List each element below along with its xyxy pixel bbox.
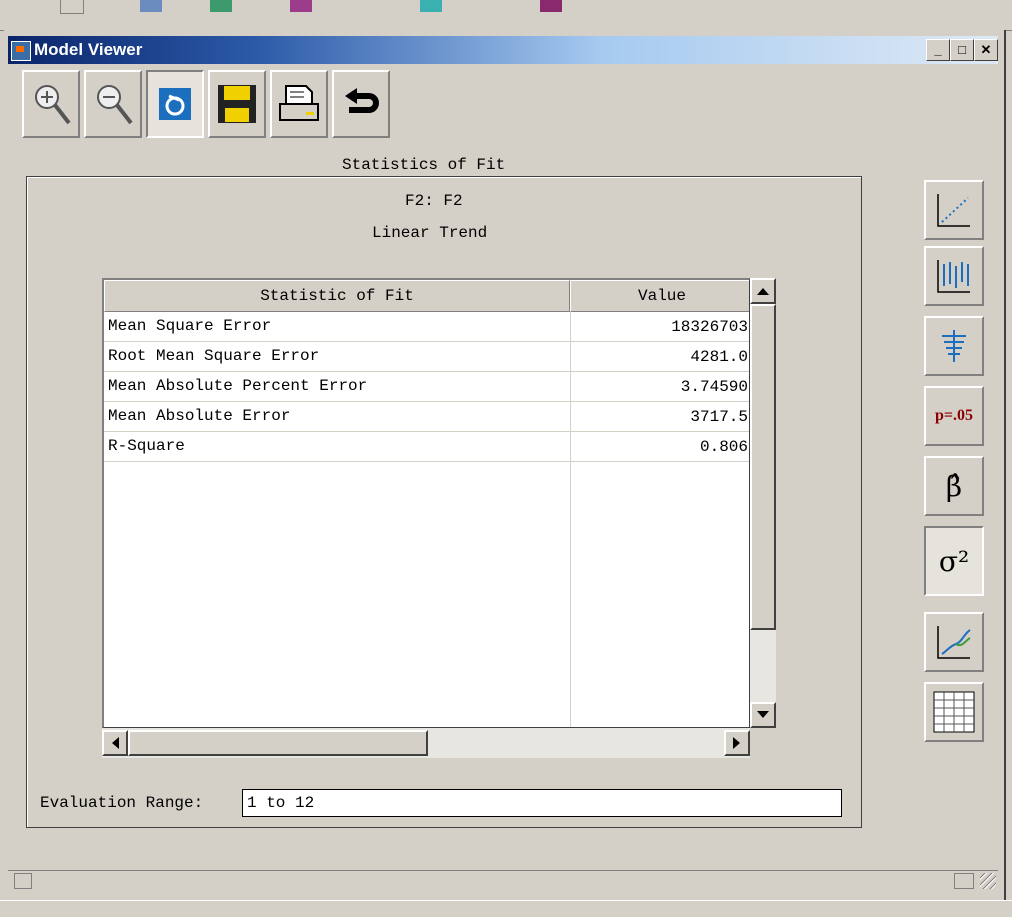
zoom-in-icon (35, 85, 71, 125)
stat-value: 4281.0 (570, 342, 749, 372)
stat-value: 18326703 (570, 312, 749, 342)
table-row[interactable]: R-Square 0.806 (104, 432, 749, 462)
p-value-icon: p=.05 (934, 407, 973, 424)
floppy-disk-icon (218, 85, 256, 123)
residuals-button[interactable] (924, 316, 984, 376)
link-button[interactable] (146, 70, 204, 138)
evaluation-range-label: Evaluation Range: (40, 794, 204, 812)
table-row[interactable]: Mean Absolute Error 3717.5 (104, 402, 749, 432)
group-title: Statistics of Fit (336, 156, 512, 174)
parent-tool-icon[interactable] (140, 0, 162, 12)
model-label: Linear Trend (372, 224, 488, 242)
undo-arrow-icon (345, 88, 379, 113)
error-bars-icon (937, 260, 970, 293)
stat-name: Mean Absolute Percent Error (108, 377, 368, 395)
table-row[interactable]: Mean Absolute Percent Error 3.74590 (104, 372, 749, 402)
parent-tool-icon[interactable] (540, 0, 562, 12)
stat-name: Root Mean Square Error (108, 347, 320, 365)
scroll-right-button[interactable] (724, 730, 750, 756)
close-button[interactable]: ✕ (974, 39, 998, 61)
beta-hat-icon: β̂ (945, 469, 963, 503)
statistics-table: Statistic of Fit Value Mean Square Error… (102, 278, 750, 728)
zoom-out-button[interactable] (84, 70, 142, 138)
minimize-button[interactable]: _ (926, 39, 950, 61)
save-button[interactable] (208, 70, 266, 138)
stat-name: Mean Absolute Error (108, 407, 291, 425)
arrow-left-icon (112, 737, 119, 749)
error-bars-button[interactable] (924, 246, 984, 306)
parent-tool-icon[interactable] (420, 0, 442, 12)
window-title: Model Viewer (34, 40, 143, 59)
zoom-in-button[interactable] (22, 70, 80, 138)
app-icon (11, 41, 31, 61)
arrow-down-icon (757, 711, 769, 718)
scroll-up-button[interactable] (750, 278, 776, 304)
status-pane (954, 873, 974, 889)
stat-name: R-Square (108, 437, 185, 455)
scatter-plot-button[interactable] (924, 180, 984, 240)
parent-tool-icon[interactable] (290, 0, 312, 12)
column-header-statistic[interactable]: Statistic of Fit (104, 280, 570, 312)
maximize-button[interactable]: □ (950, 39, 974, 61)
stat-value: 3.74590 (570, 372, 749, 402)
link-icon (159, 88, 191, 120)
parent-toolbar-strip (0, 0, 1012, 31)
status-bar (8, 870, 998, 893)
beta-hat-button[interactable]: β̂ (924, 456, 984, 516)
table-grid-button[interactable] (924, 682, 984, 742)
printer-icon (279, 85, 319, 121)
table-row[interactable]: Mean Square Error 18326703 (104, 312, 749, 342)
table-grid-icon (933, 691, 975, 733)
hscroll-thumb[interactable] (128, 730, 428, 756)
sigma-squared-icon: σ² (938, 544, 970, 578)
stat-value: 3717.5 (570, 402, 749, 432)
zoom-out-icon (97, 85, 133, 125)
series-label: F2: F2 (405, 192, 463, 210)
forecast-graph-icon (937, 626, 971, 659)
sigma-squared-button[interactable]: σ² (924, 526, 984, 596)
print-button[interactable] (270, 70, 328, 138)
table-row[interactable]: Root Mean Square Error 4281.0 (104, 342, 749, 372)
resize-grip[interactable] (980, 873, 996, 889)
stat-name: Mean Square Error (108, 317, 272, 335)
column-divider (570, 462, 571, 727)
arrow-right-icon (733, 737, 740, 749)
scroll-down-button[interactable] (750, 702, 776, 728)
horizontal-scrollbar[interactable] (102, 728, 750, 758)
scroll-thumb[interactable] (750, 304, 776, 630)
arrow-up-icon (757, 288, 769, 295)
undo-button[interactable] (332, 70, 390, 138)
vertical-scrollbar[interactable] (750, 278, 776, 728)
stat-value: 0.806 (570, 432, 749, 462)
column-header-value[interactable]: Value (570, 280, 749, 312)
scatter-plot-icon (937, 194, 970, 227)
scroll-left-button[interactable] (102, 730, 128, 756)
p-value-button[interactable]: p=.05 (924, 386, 984, 446)
status-pane (14, 873, 32, 889)
taskbar-strip (0, 900, 1012, 917)
residuals-icon (942, 330, 966, 362)
window-title-bar[interactable]: Model Viewer _ □ ✕ (8, 36, 998, 64)
evaluation-range-field[interactable]: 1 to 12 (242, 789, 842, 817)
parent-tool-icon[interactable] (60, 0, 84, 14)
parent-tool-icon[interactable] (210, 0, 232, 12)
forecast-graph-button[interactable] (924, 612, 984, 672)
